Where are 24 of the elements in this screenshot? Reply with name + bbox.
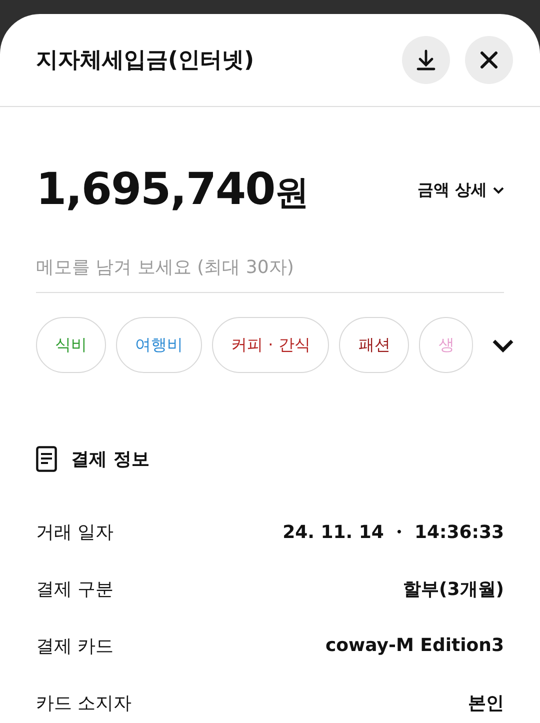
info-value: coway-M Edition3: [326, 635, 504, 656]
info-value: 본인: [468, 692, 504, 714]
category-chip[interactable]: 식비: [36, 317, 106, 373]
category-chip[interactable]: 커피 · 간식: [212, 317, 330, 373]
close-icon: [480, 51, 498, 69]
category-chip[interactable]: 여행비: [116, 317, 202, 373]
document-icon: [36, 446, 57, 472]
download-icon: [415, 49, 437, 71]
download-button[interactable]: [402, 36, 450, 84]
chevron-down-icon: [492, 339, 514, 353]
section-title: 결제 정보: [71, 448, 150, 471]
chevron-down-icon: [493, 186, 504, 194]
category-chip[interactable]: 패션: [339, 317, 410, 373]
memo-field[interactable]: 메모를 남겨 보세요 (최대 30자): [36, 257, 504, 293]
info-value: 24. 11. 14 ・ 14:36:33: [282, 520, 504, 544]
info-label: 카드 소지자: [36, 692, 132, 714]
close-button[interactable]: [465, 36, 513, 84]
window-title: 지자체세입금(인터넷): [36, 47, 256, 75]
amount-text: 1,695,740원: [36, 164, 309, 216]
info-label: 결제 카드: [36, 634, 114, 658]
info-label: 결제 구분: [36, 578, 114, 600]
info-value: 할부(3개월): [403, 578, 504, 600]
amount-detail-button[interactable]: 금액 상세: [417, 180, 504, 200]
info-label: 거래 일자: [36, 520, 114, 544]
